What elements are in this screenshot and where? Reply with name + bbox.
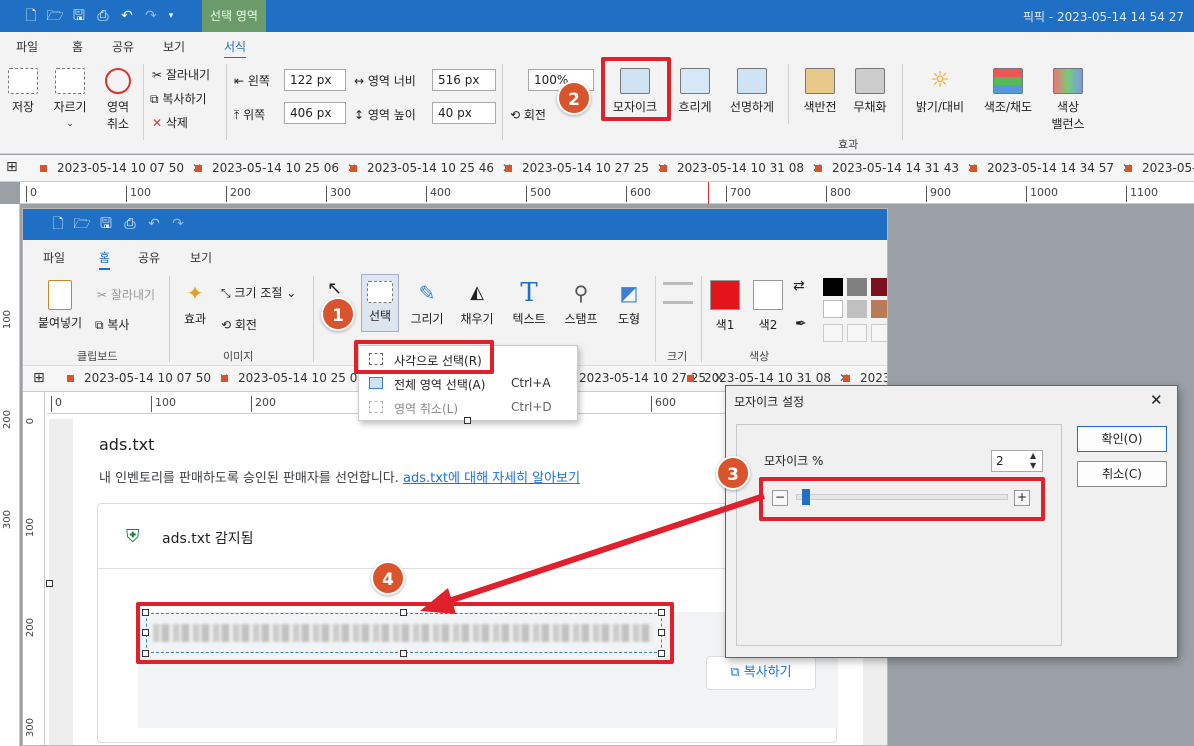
step-badge-4: 4 (371, 561, 405, 595)
annotation-arrow (420, 493, 765, 614)
step-badge-3: 3 (716, 456, 750, 490)
arrow-head (420, 588, 456, 614)
arrow-line (439, 493, 765, 607)
step-badge-2: 2 (557, 81, 591, 115)
step-badge-1: 1 (321, 297, 355, 331)
